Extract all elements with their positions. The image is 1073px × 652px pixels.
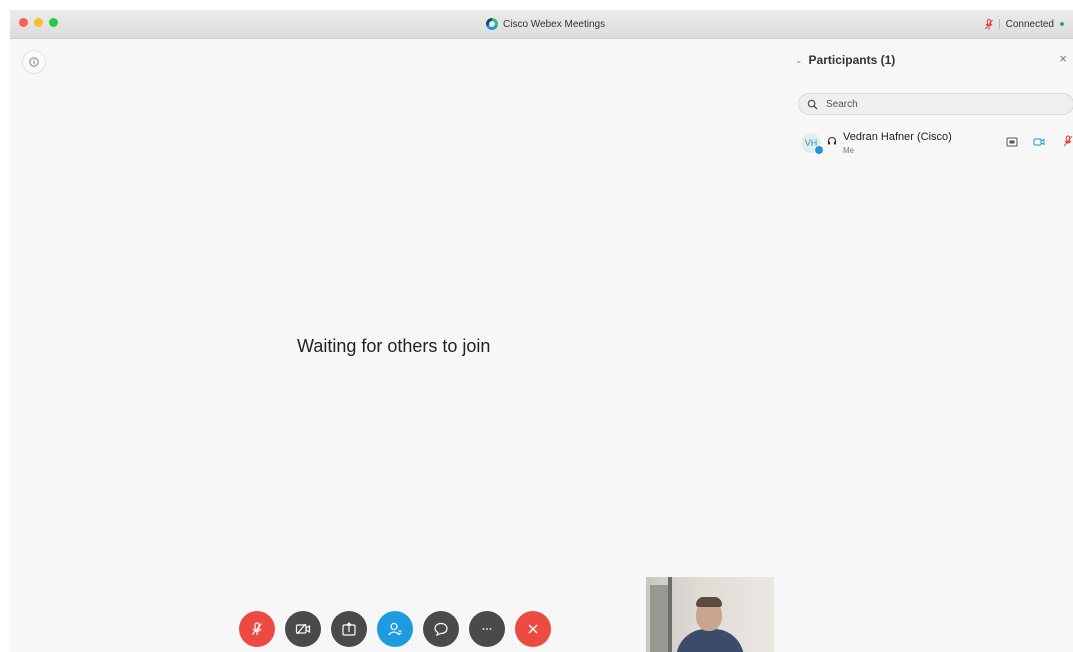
connection-status-text: Connected	[1005, 18, 1054, 30]
title-bar: Cisco Webex Meetings Connected	[10, 10, 1073, 39]
video-camera-icon[interactable]	[1033, 137, 1045, 147]
participant-name: Vedran Hafner (Cisco)	[843, 131, 952, 143]
chat-icon	[434, 622, 448, 637]
participants-panel-header[interactable]: ⌄ Participants (1)	[795, 53, 895, 67]
meeting-info-button[interactable]	[22, 50, 46, 74]
chevron-down-icon[interactable]: ⌄	[795, 55, 803, 66]
close-icon	[528, 624, 538, 634]
share-icon	[342, 622, 356, 636]
participant-row[interactable]: VH Vedran Hafner (Cisco) Me	[801, 131, 1073, 161]
self-view-person-body	[676, 629, 744, 652]
avatar-status-icon	[814, 145, 824, 155]
mute-button[interactable]	[239, 611, 275, 647]
more-icon	[482, 628, 492, 630]
status-divider	[998, 19, 1000, 29]
search-input[interactable]	[824, 97, 1028, 111]
info-icon	[29, 57, 39, 67]
self-view-background	[650, 585, 668, 652]
microphone-muted-icon	[252, 622, 262, 635]
participants-panel: ⌄ Participants (1) × VH Vedran Hafner (C…	[787, 39, 1073, 652]
connected-dot-icon	[1060, 22, 1064, 26]
waiting-message: Waiting for others to join	[297, 336, 491, 356]
webex-logo-icon	[486, 18, 498, 30]
share-button[interactable]	[331, 611, 367, 647]
search-icon	[807, 99, 818, 110]
window-title: Cisco Webex Meetings	[503, 18, 606, 30]
close-panel-button[interactable]: ×	[1059, 51, 1067, 66]
leave-meeting-button[interactable]	[515, 611, 551, 647]
connection-status: Connected	[984, 16, 1064, 32]
chat-button[interactable]	[423, 611, 459, 647]
meeting-controls	[239, 611, 551, 647]
headset-icon	[827, 136, 837, 145]
window-close-button[interactable]	[19, 18, 28, 27]
self-view-door-frame	[668, 577, 672, 652]
self-video-preview[interactable]	[646, 577, 774, 652]
window-maximize-button[interactable]	[49, 18, 58, 27]
participant-muted-icon[interactable]	[1063, 135, 1073, 147]
video-button[interactable]	[285, 611, 321, 647]
participant-subtitle: Me	[843, 146, 855, 155]
participant-search[interactable]	[798, 93, 1073, 115]
window-minimize-button[interactable]	[34, 18, 43, 27]
participants-panel-title: Participants (1)	[808, 53, 896, 67]
participants-button[interactable]	[377, 611, 413, 647]
self-view-person-hair	[696, 597, 722, 607]
screen-share-icon[interactable]	[1006, 137, 1018, 147]
participants-icon	[388, 622, 402, 636]
webex-window: Cisco Webex Meetings Connected Waiting f…	[10, 10, 1073, 652]
microphone-muted-icon[interactable]	[984, 18, 993, 30]
window-title-group: Cisco Webex Meetings	[486, 16, 605, 32]
more-button[interactable]	[469, 611, 505, 647]
video-off-icon	[295, 623, 311, 635]
